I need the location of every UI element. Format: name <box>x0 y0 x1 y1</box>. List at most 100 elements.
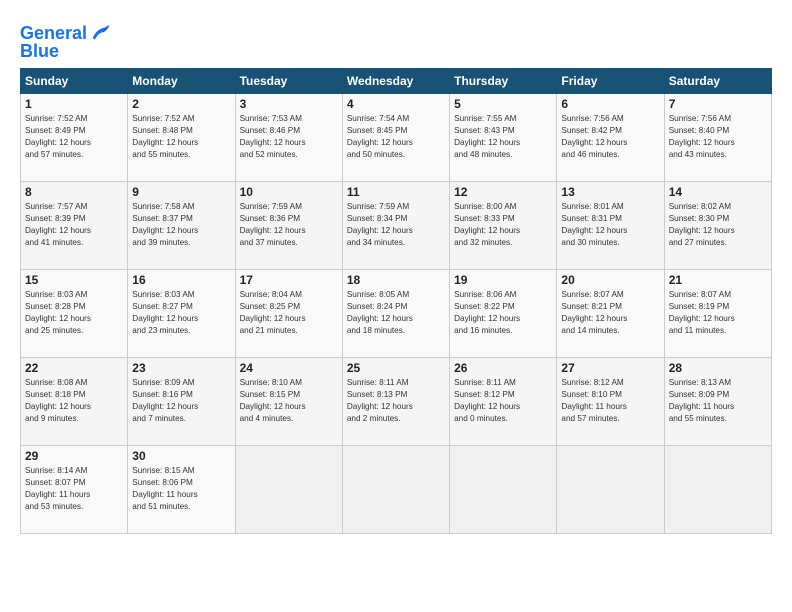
calendar-cell: 20 Sunrise: 8:07 AMSunset: 8:21 PMDayligh… <box>557 270 664 358</box>
day-number: 22 <box>25 361 123 375</box>
page: General Blue SundayMondayTuesdayWednesda… <box>0 0 792 612</box>
day-number: 29 <box>25 449 123 463</box>
calendar-cell: 1 Sunrise: 7:52 AMSunset: 8:49 PMDaylight… <box>21 94 128 182</box>
day-info: Sunrise: 7:59 AMSunset: 8:34 PMDaylight:… <box>347 201 445 249</box>
calendar-cell: 6 Sunrise: 7:56 AMSunset: 8:42 PMDaylight… <box>557 94 664 182</box>
day-number: 17 <box>240 273 338 287</box>
calendar-header-row: SundayMondayTuesdayWednesdayThursdayFrid… <box>21 69 772 94</box>
day-number: 26 <box>454 361 552 375</box>
calendar-cell <box>342 446 449 534</box>
day-info: Sunrise: 7:54 AMSunset: 8:45 PMDaylight:… <box>347 113 445 161</box>
calendar-cell: 27 Sunrise: 8:12 AMSunset: 8:10 PMDayligh… <box>557 358 664 446</box>
day-info: Sunrise: 8:14 AMSunset: 8:07 PMDaylight:… <box>25 465 123 513</box>
day-info: Sunrise: 8:08 AMSunset: 8:18 PMDaylight:… <box>25 377 123 425</box>
day-number: 6 <box>561 97 659 111</box>
calendar-cell: 10 Sunrise: 7:59 AMSunset: 8:36 PMDayligh… <box>235 182 342 270</box>
day-info: Sunrise: 8:10 AMSunset: 8:15 PMDaylight:… <box>240 377 338 425</box>
calendar-week-row: 15 Sunrise: 8:03 AMSunset: 8:28 PMDayligh… <box>21 270 772 358</box>
calendar-week-row: 29 Sunrise: 8:14 AMSunset: 8:07 PMDayligh… <box>21 446 772 534</box>
calendar-cell: 16 Sunrise: 8:03 AMSunset: 8:27 PMDayligh… <box>128 270 235 358</box>
day-info: Sunrise: 8:03 AMSunset: 8:27 PMDaylight:… <box>132 289 230 337</box>
day-number: 15 <box>25 273 123 287</box>
day-info: Sunrise: 8:11 AMSunset: 8:13 PMDaylight:… <box>347 377 445 425</box>
header-cell-sunday: Sunday <box>21 69 128 94</box>
day-number: 14 <box>669 185 767 199</box>
logo: General Blue <box>20 22 111 60</box>
day-info: Sunrise: 8:05 AMSunset: 8:24 PMDaylight:… <box>347 289 445 337</box>
calendar-cell: 23 Sunrise: 8:09 AMSunset: 8:16 PMDayligh… <box>128 358 235 446</box>
calendar-cell <box>235 446 342 534</box>
day-info: Sunrise: 7:53 AMSunset: 8:46 PMDaylight:… <box>240 113 338 161</box>
logo-text: General <box>20 24 87 42</box>
calendar-week-row: 8Sunrise: 7:57 AMSunset: 8:39 PMDaylight… <box>21 182 772 270</box>
calendar-cell: 29 Sunrise: 8:14 AMSunset: 8:07 PMDayligh… <box>21 446 128 534</box>
day-info: Sunrise: 7:59 AMSunset: 8:36 PMDaylight:… <box>240 201 338 249</box>
day-info: Sunrise: 7:55 AMSunset: 8:43 PMDaylight:… <box>454 113 552 161</box>
calendar-cell: 13Sunrise: 8:01 AMSunset: 8:31 PMDayligh… <box>557 182 664 270</box>
day-info: Sunrise: 7:56 AMSunset: 8:42 PMDaylight:… <box>561 113 659 161</box>
day-number: 10 <box>240 185 338 199</box>
calendar-week-row: 22 Sunrise: 8:08 AMSunset: 8:18 PMDayligh… <box>21 358 772 446</box>
day-number: 28 <box>669 361 767 375</box>
day-number: 20 <box>561 273 659 287</box>
calendar-cell: 8Sunrise: 7:57 AMSunset: 8:39 PMDaylight… <box>21 182 128 270</box>
calendar-cell: 15 Sunrise: 8:03 AMSunset: 8:28 PMDayligh… <box>21 270 128 358</box>
day-number: 7 <box>669 97 767 111</box>
day-info: Sunrise: 8:06 AMSunset: 8:22 PMDaylight:… <box>454 289 552 337</box>
calendar-cell <box>557 446 664 534</box>
calendar-cell: 9 Sunrise: 7:58 AMSunset: 8:37 PMDaylight… <box>128 182 235 270</box>
header-cell-monday: Monday <box>128 69 235 94</box>
calendar-cell: 22 Sunrise: 8:08 AMSunset: 8:18 PMDayligh… <box>21 358 128 446</box>
day-info: Sunrise: 7:57 AMSunset: 8:39 PMDaylight:… <box>25 201 123 249</box>
day-number: 24 <box>240 361 338 375</box>
calendar-cell <box>664 446 771 534</box>
day-number: 25 <box>347 361 445 375</box>
day-number: 27 <box>561 361 659 375</box>
day-info: Sunrise: 8:15 AMSunset: 8:06 PMDaylight:… <box>132 465 230 513</box>
day-number: 16 <box>132 273 230 287</box>
day-number: 23 <box>132 361 230 375</box>
calendar-body: 1 Sunrise: 7:52 AMSunset: 8:49 PMDaylight… <box>21 94 772 534</box>
day-number: 30 <box>132 449 230 463</box>
day-info: Sunrise: 8:12 AMSunset: 8:10 PMDaylight:… <box>561 377 659 425</box>
day-number: 3 <box>240 97 338 111</box>
calendar-table: SundayMondayTuesdayWednesdayThursdayFrid… <box>20 68 772 534</box>
day-info: Sunrise: 7:52 AMSunset: 8:49 PMDaylight:… <box>25 113 123 161</box>
calendar-cell: 21 Sunrise: 8:07 AMSunset: 8:19 PMDayligh… <box>664 270 771 358</box>
header-cell-wednesday: Wednesday <box>342 69 449 94</box>
calendar-cell: 14 Sunrise: 8:02 AMSunset: 8:30 PMDayligh… <box>664 182 771 270</box>
day-info: Sunrise: 8:04 AMSunset: 8:25 PMDaylight:… <box>240 289 338 337</box>
calendar-cell: 25 Sunrise: 8:11 AMSunset: 8:13 PMDayligh… <box>342 358 449 446</box>
calendar-cell: 17 Sunrise: 8:04 AMSunset: 8:25 PMDayligh… <box>235 270 342 358</box>
day-info: Sunrise: 7:56 AMSunset: 8:40 PMDaylight:… <box>669 113 767 161</box>
day-number: 1 <box>25 97 123 111</box>
header-cell-thursday: Thursday <box>450 69 557 94</box>
day-info: Sunrise: 8:07 AMSunset: 8:21 PMDaylight:… <box>561 289 659 337</box>
day-info: Sunrise: 8:07 AMSunset: 8:19 PMDaylight:… <box>669 289 767 337</box>
calendar-cell: 2Sunrise: 7:52 AMSunset: 8:48 PMDaylight… <box>128 94 235 182</box>
header-cell-friday: Friday <box>557 69 664 94</box>
calendar-cell: 18Sunrise: 8:05 AMSunset: 8:24 PMDayligh… <box>342 270 449 358</box>
calendar-cell: 5Sunrise: 7:55 AMSunset: 8:43 PMDaylight… <box>450 94 557 182</box>
day-number: 11 <box>347 185 445 199</box>
day-number: 21 <box>669 273 767 287</box>
day-info: Sunrise: 7:52 AMSunset: 8:48 PMDaylight:… <box>132 113 230 161</box>
calendar-cell: 12 Sunrise: 8:00 AMSunset: 8:33 PMDayligh… <box>450 182 557 270</box>
day-info: Sunrise: 8:03 AMSunset: 8:28 PMDaylight:… <box>25 289 123 337</box>
calendar-cell: 28 Sunrise: 8:13 AMSunset: 8:09 PMDayligh… <box>664 358 771 446</box>
day-info: Sunrise: 8:02 AMSunset: 8:30 PMDaylight:… <box>669 201 767 249</box>
logo-bird-icon <box>89 22 111 44</box>
calendar-cell: 3 Sunrise: 7:53 AMSunset: 8:46 PMDaylight… <box>235 94 342 182</box>
calendar-cell: 30 Sunrise: 8:15 AMSunset: 8:06 PMDayligh… <box>128 446 235 534</box>
calendar-cell: 26Sunrise: 8:11 AMSunset: 8:12 PMDayligh… <box>450 358 557 446</box>
header-cell-saturday: Saturday <box>664 69 771 94</box>
day-number: 9 <box>132 185 230 199</box>
day-info: Sunrise: 8:09 AMSunset: 8:16 PMDaylight:… <box>132 377 230 425</box>
calendar-week-row: 1 Sunrise: 7:52 AMSunset: 8:49 PMDaylight… <box>21 94 772 182</box>
day-info: Sunrise: 8:13 AMSunset: 8:09 PMDaylight:… <box>669 377 767 425</box>
day-info: Sunrise: 8:00 AMSunset: 8:33 PMDaylight:… <box>454 201 552 249</box>
calendar-cell: 7 Sunrise: 7:56 AMSunset: 8:40 PMDaylight… <box>664 94 771 182</box>
day-number: 12 <box>454 185 552 199</box>
logo-blue: Blue <box>20 42 111 60</box>
day-info: Sunrise: 7:58 AMSunset: 8:37 PMDaylight:… <box>132 201 230 249</box>
